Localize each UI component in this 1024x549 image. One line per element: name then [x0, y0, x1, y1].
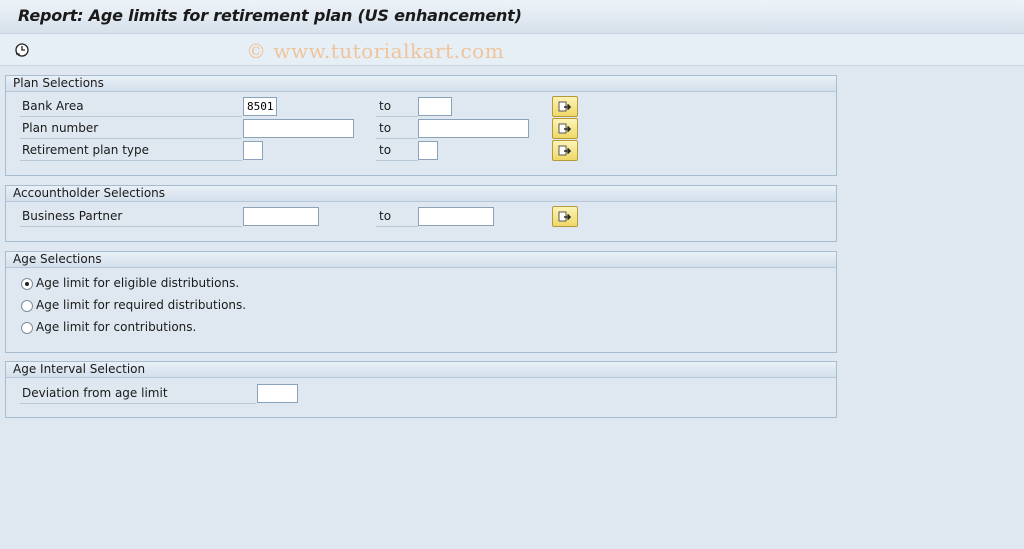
multiple-selection-arrow-icon	[558, 123, 572, 134]
plan-number-to-underline	[376, 138, 418, 139]
required-distributions-radio[interactable]	[21, 300, 33, 312]
plan-number-to-label: to	[379, 121, 392, 135]
business-partner-to-underline	[376, 226, 418, 227]
accountholder-selections-header: Accountholder Selections	[6, 186, 836, 202]
retirement-plan-type-label: Retirement plan type	[22, 143, 150, 157]
business-partner-to-input[interactable]	[418, 207, 494, 226]
plan-number-to-input[interactable]	[418, 119, 529, 138]
plan-selections-header: Plan Selections	[6, 76, 836, 92]
execute-clock-icon[interactable]	[13, 41, 31, 59]
business-partner-to-label: to	[379, 209, 392, 223]
plan-number-label-underline	[20, 138, 242, 139]
eligible-distributions-label: Age limit for eligible distributions.	[36, 276, 240, 290]
page-title: Report: Age limits for retirement plan (…	[18, 6, 522, 25]
bank-area-to-label: to	[379, 99, 392, 113]
deviation-label-underline	[20, 403, 256, 404]
age-interval-selection-group: Age Interval Selection Deviation from ag…	[5, 361, 837, 418]
contributions-radio[interactable]	[21, 322, 33, 334]
retirement-plan-type-to-input[interactable]	[418, 141, 438, 160]
watermark-text: © www.tutorialkart.com	[246, 39, 505, 63]
retirement-plan-type-to-underline	[376, 160, 418, 161]
accountholder-selections-group: Accountholder Selections Business Partne…	[5, 185, 837, 242]
required-distributions-label: Age limit for required distributions.	[36, 298, 247, 312]
bank-area-label: Bank Area	[22, 99, 84, 113]
bank-area-from-input[interactable]: 8501	[243, 97, 277, 116]
bank-area-to-input[interactable]	[418, 97, 452, 116]
bank-area-multiple-selection-button[interactable]	[552, 96, 578, 117]
application-toolbar: © www.tutorialkart.com	[0, 34, 1024, 66]
retirement-plan-type-from-input[interactable]	[243, 141, 263, 160]
retirement-plan-type-label-underline	[20, 160, 242, 161]
multiple-selection-arrow-icon	[558, 211, 572, 222]
age-interval-selection-header: Age Interval Selection	[6, 362, 836, 378]
selection-screen: Plan Selections Bank Area 8501 to Plan n…	[0, 67, 1024, 549]
business-partner-from-input[interactable]	[243, 207, 319, 226]
plan-number-from-input[interactable]	[243, 119, 354, 138]
title-bar: Report: Age limits for retirement plan (…	[0, 0, 1024, 34]
plan-number-row: Plan number to	[6, 118, 836, 140]
plan-selections-group: Plan Selections Bank Area 8501 to Plan n…	[5, 75, 837, 176]
deviation-input[interactable]	[257, 384, 298, 403]
bank-area-label-underline	[20, 116, 242, 117]
multiple-selection-arrow-icon	[558, 101, 572, 112]
multiple-selection-arrow-icon	[558, 145, 572, 156]
age-selections-group: Age Selections Age limit for eligible di…	[5, 251, 837, 353]
plan-number-multiple-selection-button[interactable]	[552, 118, 578, 139]
business-partner-label: Business Partner	[22, 209, 123, 223]
plan-number-label: Plan number	[22, 121, 99, 135]
business-partner-multiple-selection-button[interactable]	[552, 206, 578, 227]
contributions-label: Age limit for contributions.	[36, 320, 197, 334]
eligible-distributions-radio[interactable]	[21, 278, 33, 290]
bank-area-to-underline	[376, 116, 418, 117]
business-partner-label-underline	[20, 226, 242, 227]
deviation-row: Deviation from age limit	[6, 383, 836, 405]
retirement-plan-type-row: Retirement plan type to	[6, 140, 836, 162]
age-selections-header: Age Selections	[6, 252, 836, 268]
bank-area-row: Bank Area 8501 to	[6, 96, 836, 118]
business-partner-row: Business Partner to	[6, 206, 836, 228]
retirement-plan-type-to-label: to	[379, 143, 392, 157]
deviation-label: Deviation from age limit	[22, 386, 168, 400]
retirement-plan-type-multiple-selection-button[interactable]	[552, 140, 578, 161]
